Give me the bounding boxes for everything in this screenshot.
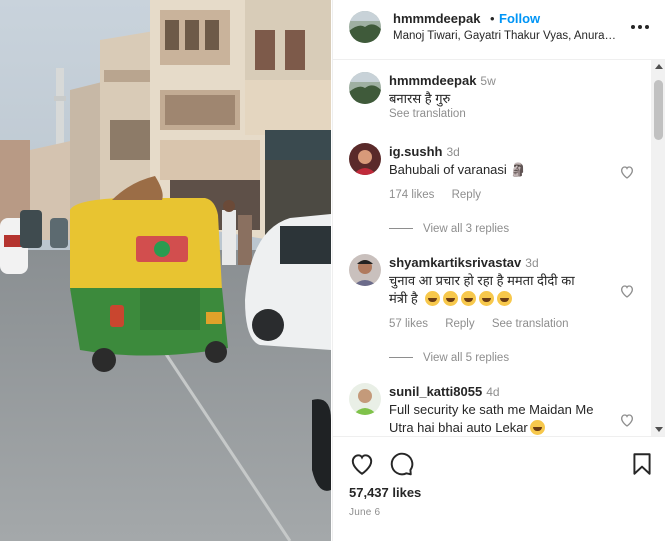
comment-text: Bahubali of varanasi 🗿 — [389, 162, 527, 177]
author-avatar[interactable] — [349, 11, 381, 43]
comment-likes[interactable]: 57 likes — [389, 318, 428, 330]
avatar-image — [349, 143, 381, 175]
comment-username[interactable]: ig.sushh 3d — [389, 144, 460, 159]
comment-time: 4d — [486, 385, 500, 399]
post-likes-count[interactable]: 57,437 likes — [349, 485, 421, 500]
see-translation-link[interactable]: See translation — [492, 318, 569, 330]
comment-time: 3d — [525, 256, 539, 270]
comment-meta: 57 likes Reply See translation — [389, 318, 583, 330]
post-side-panel: hmmmdeepak • Follow Manoj Tiwari, Gayatr… — [332, 0, 665, 541]
view-replies-button[interactable]: View all 5 replies — [389, 352, 509, 364]
reply-button[interactable]: Reply — [452, 189, 481, 201]
laughing-emoji-icon — [425, 291, 515, 306]
street-scene-image — [0, 0, 331, 541]
comments-scrollbar[interactable] — [651, 60, 665, 436]
comment-meta: 174 likes Reply — [389, 189, 495, 201]
post-header: hmmmdeepak • Follow Manoj Tiwari, Gayatr… — [333, 0, 665, 60]
comment-avatar[interactable] — [349, 72, 381, 104]
comment-avatar[interactable] — [349, 254, 381, 286]
like-comment-heart-icon[interactable] — [619, 164, 635, 180]
avatar-image — [349, 72, 381, 104]
avatar-image — [349, 254, 381, 286]
bookmark-icon[interactable] — [629, 451, 655, 477]
scroll-down-arrow-icon[interactable] — [655, 427, 663, 432]
comment-username[interactable]: hmmmdeepak 5w — [389, 73, 496, 88]
follow-button[interactable]: Follow — [499, 11, 540, 26]
view-replies-button[interactable]: View all 3 replies — [389, 223, 509, 235]
avatar-image — [349, 11, 381, 43]
comment-time: 5w — [480, 74, 496, 88]
comments-list: hmmmdeepak 5w बनारस है गुरु See translati… — [333, 60, 665, 436]
comment-username[interactable]: shyamkartiksrivastav 3d — [389, 255, 539, 270]
like-comment-heart-icon[interactable] — [619, 412, 635, 428]
author-username[interactable]: hmmmdeepak — [393, 11, 480, 26]
scrollbar-thumb[interactable] — [654, 80, 663, 140]
caption-text: बनारस है गुरु — [389, 91, 451, 106]
comment-username[interactable]: sunil_katti8055 4d — [389, 384, 500, 399]
post-media[interactable] — [0, 0, 331, 541]
separator-dot: • — [490, 11, 495, 26]
post-date: June 6 — [349, 507, 381, 518]
like-heart-icon[interactable] — [349, 451, 375, 477]
avatar-image — [349, 383, 381, 415]
comment-likes[interactable]: 174 likes — [389, 189, 434, 201]
scroll-up-arrow-icon[interactable] — [655, 64, 663, 69]
comment-time: 3d — [446, 145, 460, 159]
comment-avatar[interactable] — [349, 383, 381, 415]
post-actions: 57,437 likes June 6 — [333, 436, 665, 541]
comment-bubble-icon[interactable] — [388, 451, 414, 477]
laughing-emoji-icon — [529, 420, 545, 435]
caption-meta: See translation — [389, 108, 480, 120]
like-comment-heart-icon[interactable] — [619, 283, 635, 299]
replies-divider — [389, 357, 413, 359]
see-translation-link[interactable]: See translation — [389, 108, 466, 120]
comment-avatar[interactable] — [349, 143, 381, 175]
comment-text: चुनाव आ प्रचार हो रहा है ममता दीदी का मं… — [389, 273, 575, 306]
more-options-icon[interactable] — [629, 17, 651, 37]
audio-attribution[interactable]: Manoj Tiwari, Gayatri Thakur Vyas, Anura… — [393, 30, 625, 42]
replies-divider — [389, 228, 413, 230]
comment-text: Full security ke sath me Maidan Me Utra … — [389, 402, 594, 435]
reply-button[interactable]: Reply — [445, 318, 474, 330]
